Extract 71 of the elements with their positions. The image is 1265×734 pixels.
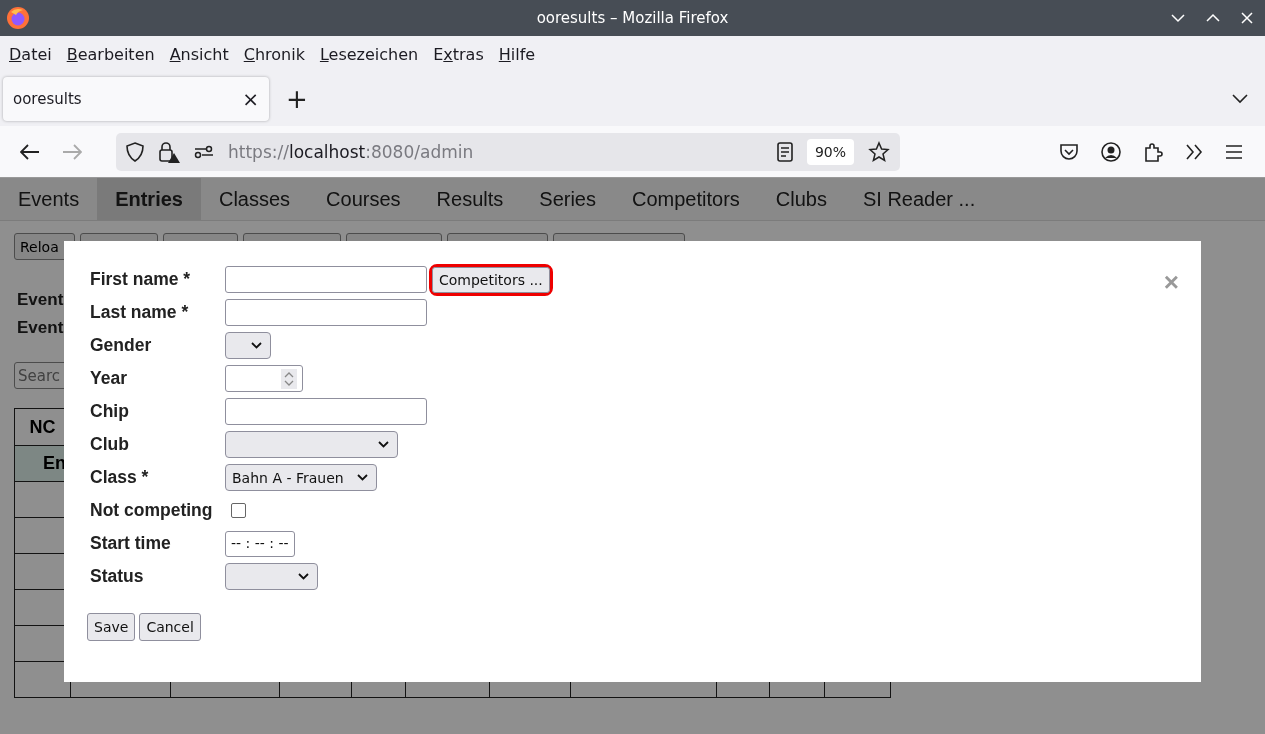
field-label: Year [90,368,128,389]
menu-icon[interactable] [1225,144,1243,159]
nav-tab[interactable]: Entries [97,178,201,220]
text-field[interactable] [225,266,427,293]
field-label: Chip [90,401,130,422]
dropdown[interactable] [225,332,271,359]
pocket-icon[interactable] [1059,142,1079,161]
star-icon[interactable] [868,140,890,163]
account-icon[interactable] [1101,141,1121,162]
zoom-level-button[interactable]: 90% [806,138,854,165]
window-title: ooresults – Mozilla Firefox [536,9,729,27]
dialog-button[interactable]: Save [87,613,136,641]
back-arrow-icon[interactable] [20,143,40,160]
dropdown[interactable] [225,563,318,590]
chevron-down-icon [357,474,368,481]
dialog-button[interactable]: Cancel [139,613,201,641]
close-icon[interactable] [1241,12,1253,24]
chevron-down-icon [251,342,262,349]
event-label: Event [17,289,64,311]
competitors-button[interactable]: Competitors ... [432,266,550,293]
checkbox[interactable] [231,503,246,518]
menu-item[interactable]: Ansicht [169,44,229,64]
field-label: Class * [90,467,150,488]
reader-view-icon[interactable] [776,141,793,162]
nav-tab[interactable]: Clubs [757,178,845,220]
menu-item[interactable]: Bearbeiten [66,44,155,64]
chevron-down-icon [298,573,309,580]
chevron-down-icon[interactable] [1232,94,1248,104]
dropdown[interactable]: Bahn A - Frauen [225,464,377,491]
text-field[interactable] [225,398,427,425]
nav-tab[interactable]: Results [418,178,522,220]
address-bar[interactable]: https://localhost:8080/admin 90% [116,132,900,171]
puzzle-icon[interactable] [1143,141,1163,162]
nav-tab[interactable]: SI Reader ... [844,178,994,220]
time-field[interactable]: -- : -- : -- [225,530,295,557]
nav-tab[interactable]: Competitors [614,178,758,220]
field-label: Club [90,434,130,455]
nav-tab[interactable]: Classes [200,178,309,220]
field-label: Status [90,566,145,587]
nav-tab[interactable]: Events [0,178,98,220]
field-label: Not competing [90,500,214,521]
firefox-logo-icon [6,6,30,30]
field-label: Start time [90,533,172,554]
dropdown[interactable] [225,431,398,458]
tab-close-button[interactable]: × [242,87,259,111]
maximize-icon[interactable] [1206,13,1220,23]
field-label: First name * [90,269,192,290]
text-field[interactable] [225,299,427,326]
minimize-icon[interactable] [1171,13,1185,23]
nav-tab[interactable]: Courses [308,178,419,220]
chevron-down-icon [378,441,389,448]
menu-item[interactable]: Lesezeichen [319,44,419,64]
permissions-icon[interactable] [194,144,214,159]
field-label: Gender [90,335,153,356]
menu-item[interactable]: Chronik [243,44,305,64]
menu-item[interactable]: Datei [9,44,52,64]
nav-tab[interactable]: Series [521,178,614,220]
browser-tab[interactable]: ooresults × [3,77,269,121]
number-field[interactable] [225,365,303,392]
lock-warning-icon[interactable] [158,140,180,163]
column-header: NC [29,416,56,437]
tab-title: ooresults [13,90,82,108]
menu-item[interactable]: Hilfe [498,44,536,64]
url-text[interactable]: https://localhost:8080/admin [228,141,474,162]
shield-icon[interactable] [126,141,144,162]
field-label: Last name * [90,302,190,323]
event-label: Event [17,317,64,339]
new-tab-button[interactable]: + [286,84,308,114]
menu-item[interactable]: Extras [433,44,484,64]
double-chevron-icon[interactable] [1185,143,1203,160]
spinner-icon[interactable] [281,368,297,389]
